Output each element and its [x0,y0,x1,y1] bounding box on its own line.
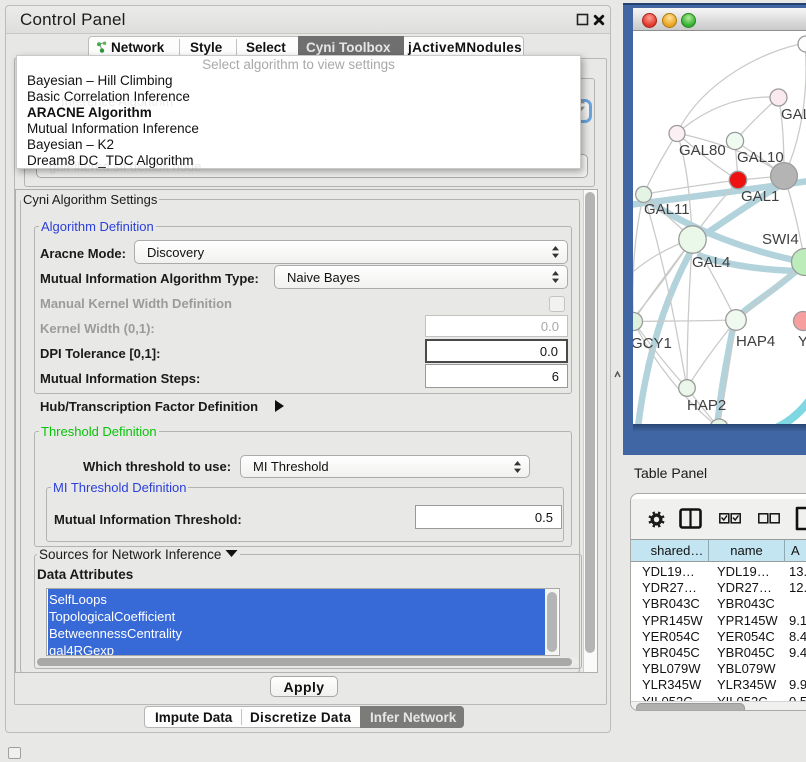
svg-text:GAL4: GAL4 [781,106,806,123]
svg-text:GAL80: GAL80 [679,142,726,159]
svg-text:HAP4: HAP4 [736,333,775,350]
svg-text:HAP2: HAP2 [687,397,726,414]
svg-text:GAL4: GAL4 [692,254,730,271]
svg-text:GCY1: GCY1 [633,335,672,352]
svg-text:SWI4: SWI4 [762,231,799,248]
svg-text:GAL1: GAL1 [741,188,779,205]
svg-text:GAL11: GAL11 [644,201,690,218]
svg-text:GAL10: GAL10 [737,149,784,166]
svg-text:Y: Y [798,333,806,350]
